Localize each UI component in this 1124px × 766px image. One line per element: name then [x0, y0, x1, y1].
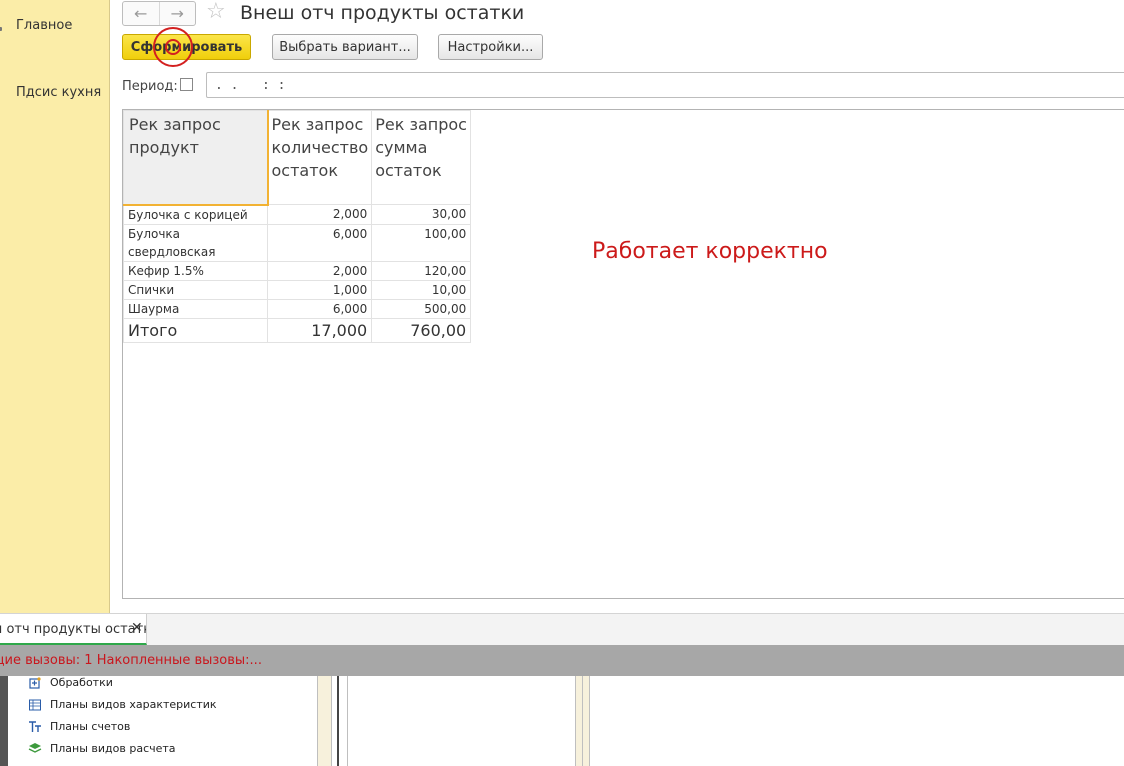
click-indicator-inner-ring [165, 39, 181, 55]
cell-quantity[interactable]: 2,000 [266, 204, 373, 225]
column-header-sum[interactable]: Рек запрос сумма остаток [371, 110, 472, 205]
column-header-quantity[interactable]: Рек запрос количество остаток [266, 110, 373, 205]
tree-item-data-processors[interactable]: Обработки [28, 676, 113, 690]
splitter-line [337, 676, 339, 766]
total-quantity[interactable]: 17,000 [266, 317, 373, 343]
table-row[interactable]: Булочка с корицей 2,000 30,00 [123, 204, 472, 225]
data-processor-icon [28, 676, 44, 690]
page-title: Внеш отч продукты остатки [240, 2, 525, 24]
sidebar-item-pdsis-kitchen[interactable]: Пдсис кухня [16, 85, 101, 100]
tab-report-window[interactable]: Внеш отч продукты остатки ✕ [0, 614, 147, 645]
splitter-line [582, 676, 583, 766]
cell-product[interactable]: Булочка свердловская [123, 223, 268, 262]
back-arrow-icon[interactable]: ← [123, 2, 159, 25]
sidebar-item-main[interactable]: Главное [16, 18, 72, 33]
splitter-line [347, 676, 348, 766]
tree-item-label: Обработки [50, 676, 113, 689]
splitter-line [575, 676, 576, 766]
sections-sidebar: Главное Пдсис кухня [0, 0, 110, 613]
splitter-line [331, 676, 332, 766]
tab-label: Внеш отч продукты остатки [0, 622, 146, 637]
cell-quantity[interactable]: 1,000 [266, 279, 373, 300]
cell-product[interactable]: Булочка с корицей [123, 204, 268, 225]
table-row[interactable]: Шаурма 6,000 500,00 [123, 298, 472, 319]
table-header-row: Рек запрос продукт Рек запрос количество… [123, 110, 472, 206]
cell-quantity[interactable]: 6,000 [266, 298, 373, 319]
call-counter-text: Общие вызовы: 1 Накопленные вызовы:... [0, 653, 262, 668]
close-icon[interactable]: ✕ [131, 620, 143, 636]
works-correctly-annotation: Работает корректно [592, 239, 828, 264]
total-sum[interactable]: 760,00 [371, 317, 472, 343]
table-row[interactable]: Кефир 1.5% 2,000 120,00 [123, 260, 472, 281]
tree-item-label: Планы счетов [50, 720, 131, 733]
tree-item-label: Планы видов характеристик [50, 698, 217, 711]
report-table: Рек запрос продукт Рек запрос количество… [123, 110, 472, 343]
cell-product[interactable]: Спички [123, 279, 268, 300]
characteristic-types-icon [28, 698, 44, 712]
settings-button[interactable]: Настройки... [438, 34, 543, 60]
splitter-line [317, 676, 318, 766]
report-spreadsheet[interactable]: Рек запрос продукт Рек запрос количество… [122, 109, 1124, 599]
sidebar-marker [0, 27, 2, 31]
cell-quantity[interactable]: 2,000 [266, 260, 373, 281]
cell-quantity[interactable]: 6,000 [266, 223, 373, 262]
open-windows-bar: Внеш отч продукты остатки ✕ [0, 613, 1124, 645]
cell-sum[interactable]: 30,00 [371, 204, 472, 225]
forward-arrow-icon[interactable]: → [158, 2, 196, 25]
tree-item-label: Планы видов расчета [50, 742, 176, 755]
splitter-line [589, 676, 590, 766]
favorite-star-icon[interactable]: ☆ [206, 1, 226, 23]
column-header-product[interactable]: Рек запрос продукт [123, 110, 269, 206]
calculation-types-icon [28, 742, 44, 756]
cell-product[interactable]: Шаурма [123, 298, 268, 319]
table-total-row[interactable]: Итого 17,000 760,00 [123, 317, 472, 343]
period-input[interactable]: . . : : [206, 72, 1124, 98]
tree-item-characteristic-types[interactable]: Планы видов характеристик [28, 698, 217, 712]
total-label[interactable]: Итого [123, 317, 268, 343]
cell-sum[interactable]: 500,00 [371, 298, 472, 319]
tree-item-calculation-types[interactable]: Планы видов расчета [28, 742, 176, 756]
configuration-tree-panel: Обработки Планы видов характеристик План… [0, 676, 1124, 766]
cell-sum[interactable]: 10,00 [371, 279, 472, 300]
table-row[interactable]: Булочка свердловская 6,000 100,00 [123, 223, 472, 262]
cell-product[interactable]: Кефир 1.5% [123, 260, 268, 281]
cell-sum[interactable]: 100,00 [371, 223, 472, 262]
call-counter-bar: Общие вызовы: 1 Накопленные вызовы:... [0, 645, 1124, 676]
tree-panel-edge [0, 676, 8, 766]
history-navigation: ← → [122, 1, 196, 26]
select-variant-button[interactable]: Выбрать вариант... [272, 34, 418, 60]
panel-splitter[interactable] [317, 676, 331, 766]
tree-item-charts-of-accounts[interactable]: Планы счетов [28, 720, 130, 734]
cell-sum[interactable]: 120,00 [371, 260, 472, 281]
period-checkbox[interactable] [180, 78, 193, 91]
chart-of-accounts-icon [28, 720, 44, 734]
period-label: Период: [122, 79, 178, 94]
table-row[interactable]: Спички 1,000 10,00 [123, 279, 472, 300]
